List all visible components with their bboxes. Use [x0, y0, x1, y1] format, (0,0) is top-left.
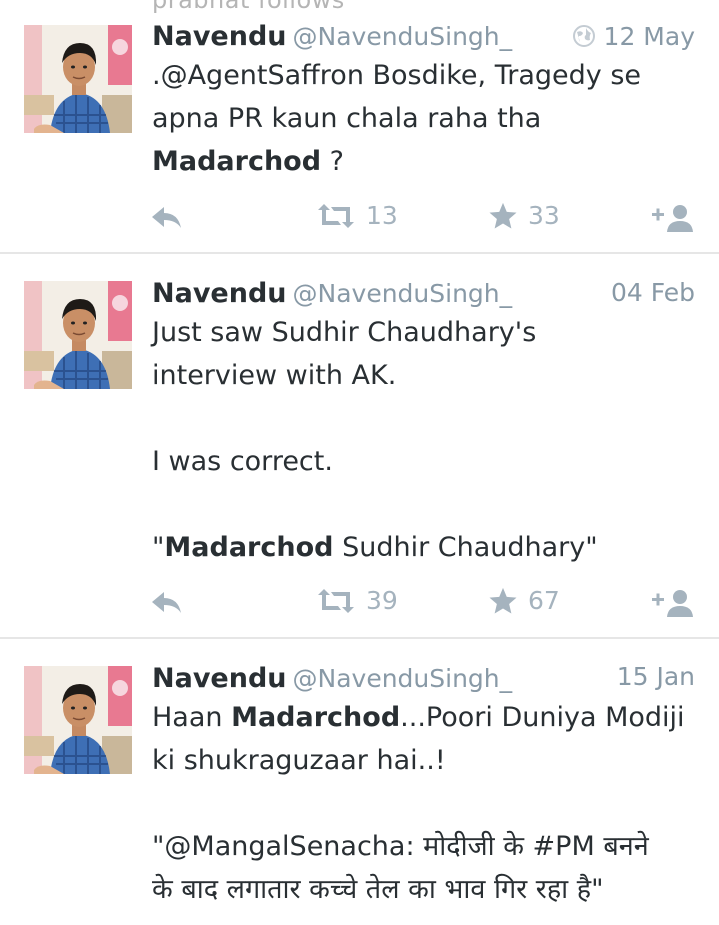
tweet-text-line: के बाद लगातार कच्चे तेल का भाव गिर रहा ह… — [152, 868, 697, 911]
text-run: Just saw Sudhir Chaudhary's — [152, 317, 537, 348]
star-icon — [489, 587, 517, 614]
tweet-text-line: I was correct. — [152, 440, 697, 483]
user-handle[interactable]: @NavenduSingh_ — [293, 22, 513, 51]
text-run: interview with AK. — [152, 360, 397, 391]
avatar-image — [24, 666, 132, 774]
bold-text: Madarchod — [164, 532, 334, 563]
avatar[interactable] — [24, 666, 132, 774]
reply-icon[interactable] — [150, 199, 184, 235]
tweet-text-line: ki shukraguzaar hai..! — [152, 739, 697, 782]
tweet-header: Navendu @NavenduSingh_ — [152, 19, 512, 55]
user-name[interactable]: Navendu — [152, 663, 287, 694]
tweet-text-line: "Madarchod Sudhir Chaudhary" — [152, 526, 697, 569]
bold-text: Madarchod — [152, 146, 322, 177]
tweet-text-line: Haan Madarchod...Poori Duniya Modiji — [152, 696, 697, 739]
follow-user-icon[interactable] — [652, 584, 696, 620]
tweet-text: Haan Madarchod...Poori Duniya Modiji ki s… — [152, 696, 697, 911]
tweet-text-line: apna PR kaun chala raha tha — [152, 97, 697, 140]
user-handle[interactable]: @NavenduSingh_ — [293, 664, 513, 693]
text-run: .@AgentSaffron Bosdike, Tragedy se — [152, 60, 642, 91]
text-run: " — [152, 532, 165, 563]
avatar[interactable] — [24, 25, 132, 133]
star-icon — [489, 202, 517, 229]
bold-text: Madarchod — [231, 702, 401, 733]
text-run: के बाद लगातार कच्चे तेल का भाव गिर रहा ह… — [152, 874, 604, 905]
tweet-header: Navendu @NavenduSingh_ — [152, 661, 512, 697]
tweet-text-line: interview with AK. — [152, 354, 697, 397]
retweet-button[interactable]: 39 — [316, 582, 398, 618]
reply-icon[interactable] — [150, 584, 184, 620]
follow-user-icon[interactable] — [652, 199, 696, 235]
tweet-actions: 39 67 — [0, 582, 719, 618]
favorite-button[interactable]: 67 — [488, 582, 560, 618]
text-run: apna PR kaun chala raha tha — [152, 103, 542, 134]
tweet-date: 12 May — [572, 19, 695, 55]
text-run: Haan — [152, 702, 232, 733]
tweet-date: 04 Feb — [610, 278, 695, 307]
text-run: Sudhir Chaudhary" — [333, 532, 598, 563]
text-run: "@MangalSenacha: मोदीजी के #PM बनने — [152, 831, 649, 862]
tweet-divider — [0, 252, 719, 254]
user-name[interactable]: Navendu — [152, 21, 287, 52]
tweet-actions: 13 33 — [0, 197, 719, 233]
tweet-text-line: .@AgentSaffron Bosdike, Tragedy se — [152, 54, 697, 97]
user-name[interactable]: Navendu — [152, 278, 287, 309]
retweet-icon — [318, 589, 354, 613]
avatar-image — [24, 25, 132, 133]
retweet-count: 13 — [366, 201, 398, 230]
clipped-previous-text: prabhat follows — [152, 0, 345, 14]
text-run: I was correct. — [152, 446, 333, 477]
text-run: ...Poori Duniya Modiji — [400, 702, 685, 733]
tweet-header: Navendu @NavenduSingh_ — [152, 276, 512, 312]
text-run: ki shukraguzaar hai..! — [152, 745, 446, 776]
tweet-divider — [0, 637, 719, 639]
tweet-text: Just saw Sudhir Chaudhary's interview wit… — [152, 311, 697, 569]
tweet-date-text: 12 May — [603, 22, 695, 51]
text-run: ? — [321, 146, 344, 177]
globe-icon — [572, 25, 595, 47]
retweet-icon — [318, 204, 354, 228]
user-handle[interactable]: @NavenduSingh_ — [293, 279, 513, 308]
retweet-button[interactable]: 13 — [316, 197, 398, 233]
avatar[interactable] — [24, 281, 132, 389]
favorite-count: 33 — [528, 201, 560, 230]
tweet-text-line: Just saw Sudhir Chaudhary's — [152, 311, 697, 354]
favorite-count: 67 — [528, 586, 560, 615]
avatar-image — [24, 281, 132, 389]
timeline: prabhat follows Navendu @NavenduSingh_ 12… — [0, 0, 719, 925]
tweet-text-line: "@MangalSenacha: मोदीजी के #PM बनने — [152, 825, 697, 868]
tweet-text-line: Madarchod ? — [152, 140, 697, 183]
tweet-text: .@AgentSaffron Bosdike, Tragedy se apna P… — [152, 54, 697, 183]
favorite-button[interactable]: 33 — [488, 197, 560, 233]
retweet-count: 39 — [366, 586, 398, 615]
tweet-date: 15 Jan — [616, 662, 695, 691]
